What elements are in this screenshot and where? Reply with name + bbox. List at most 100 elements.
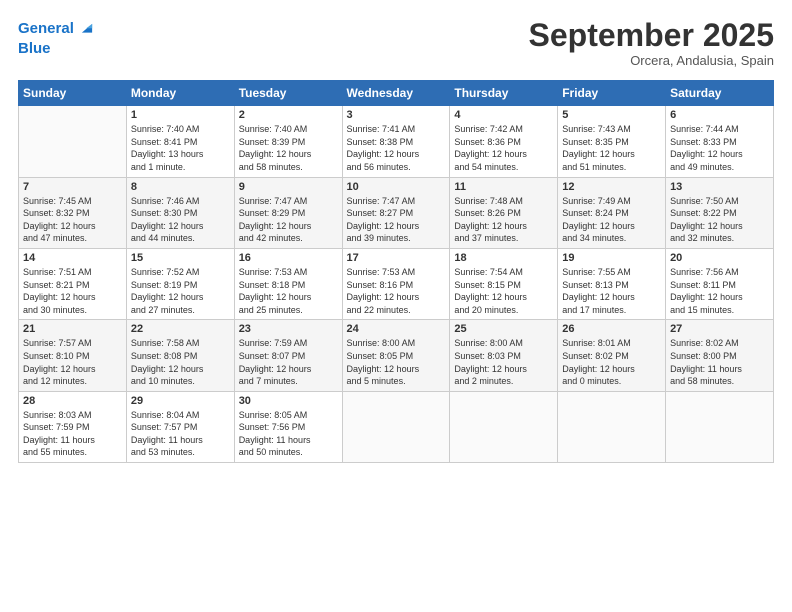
day-cell: 16 Sunrise: 7:53 AMSunset: 8:18 PMDayligh…	[234, 248, 342, 319]
day-number: 3	[347, 109, 446, 121]
day-number: 8	[131, 181, 230, 193]
location: Orcera, Andalusia, Spain	[529, 53, 774, 68]
day-cell: 2Sunrise: 7:40 AMSunset: 8:39 PMDaylight…	[234, 106, 342, 177]
day-info: Sunrise: 7:55 AMSunset: 8:13 PMDaylight:…	[562, 266, 661, 316]
day-info: Sunrise: 7:43 AMSunset: 8:35 PMDaylight:…	[562, 123, 661, 173]
page-header: General Blue September 2025 Orcera, Anda…	[18, 18, 774, 68]
day-number: 1	[131, 109, 230, 121]
day-info: Sunrise: 7:47 AMSunset: 8:27 PMDaylight:…	[347, 195, 446, 245]
day-cell: 13 Sunrise: 7:50 AMSunset: 8:22 PMDayligh…	[666, 177, 774, 248]
day-cell	[342, 391, 450, 462]
day-cell: 29 Sunrise: 8:04 AMSunset: 7:57 PMDayligh…	[126, 391, 234, 462]
day-number: 2	[239, 109, 338, 121]
day-cell	[19, 106, 127, 177]
day-cell	[558, 391, 666, 462]
header-day-sunday: Sunday	[19, 81, 127, 106]
day-number: 7	[23, 181, 122, 193]
day-number: 16	[239, 252, 338, 264]
day-cell: 7 Sunrise: 7:45 AMSunset: 8:32 PMDaylight…	[19, 177, 127, 248]
day-info: Sunrise: 7:44 AMSunset: 8:33 PMDaylight:…	[670, 123, 769, 173]
day-cell: 5 Sunrise: 7:43 AMSunset: 8:35 PMDaylight…	[558, 106, 666, 177]
day-cell: 6Sunrise: 7:44 AMSunset: 8:33 PMDaylight…	[666, 106, 774, 177]
calendar: SundayMondayTuesdayWednesdayThursdayFrid…	[18, 80, 774, 463]
day-info: Sunrise: 7:53 AMSunset: 8:16 PMDaylight:…	[347, 266, 446, 316]
title-block: September 2025 Orcera, Andalusia, Spain	[529, 18, 774, 68]
day-number: 27	[670, 323, 769, 335]
week-row-4: 21 Sunrise: 7:57 AMSunset: 8:10 PMDayligh…	[19, 320, 774, 391]
day-cell: 4Sunrise: 7:42 AMSunset: 8:36 PMDaylight…	[450, 106, 558, 177]
day-info: Sunrise: 7:48 AMSunset: 8:26 PMDaylight:…	[454, 195, 553, 245]
day-number: 4	[454, 109, 553, 121]
day-info: Sunrise: 8:01 AMSunset: 8:02 PMDaylight:…	[562, 337, 661, 387]
month-title: September 2025	[529, 18, 774, 53]
day-cell: 26 Sunrise: 8:01 AMSunset: 8:02 PMDayligh…	[558, 320, 666, 391]
day-number: 29	[131, 395, 230, 407]
week-row-3: 14Sunrise: 7:51 AMSunset: 8:21 PMDayligh…	[19, 248, 774, 319]
day-info: Sunrise: 7:58 AMSunset: 8:08 PMDaylight:…	[131, 337, 230, 387]
day-info: Sunrise: 7:47 AMSunset: 8:29 PMDaylight:…	[239, 195, 338, 245]
day-cell: 22 Sunrise: 7:58 AMSunset: 8:08 PMDayligh…	[126, 320, 234, 391]
day-info: Sunrise: 7:56 AMSunset: 8:11 PMDaylight:…	[670, 266, 769, 316]
day-number: 9	[239, 181, 338, 193]
day-info: Sunrise: 7:49 AMSunset: 8:24 PMDaylight:…	[562, 195, 661, 245]
day-number: 23	[239, 323, 338, 335]
day-cell: 14Sunrise: 7:51 AMSunset: 8:21 PMDayligh…	[19, 248, 127, 319]
header-day-friday: Friday	[558, 81, 666, 106]
header-day-monday: Monday	[126, 81, 234, 106]
calendar-header-row: SundayMondayTuesdayWednesdayThursdayFrid…	[19, 81, 774, 106]
day-number: 25	[454, 323, 553, 335]
day-cell: 25 Sunrise: 8:00 AMSunset: 8:03 PMDayligh…	[450, 320, 558, 391]
day-info: Sunrise: 7:53 AMSunset: 8:18 PMDaylight:…	[239, 266, 338, 316]
day-cell: 3 Sunrise: 7:41 AMSunset: 8:38 PMDaylight…	[342, 106, 450, 177]
day-info: Sunrise: 8:05 AMSunset: 7:56 PMDaylight:…	[239, 409, 338, 459]
day-cell	[666, 391, 774, 462]
day-number: 22	[131, 323, 230, 335]
header-day-tuesday: Tuesday	[234, 81, 342, 106]
day-cell: 12Sunrise: 7:49 AMSunset: 8:24 PMDayligh…	[558, 177, 666, 248]
day-info: Sunrise: 7:46 AMSunset: 8:30 PMDaylight:…	[131, 195, 230, 245]
day-number: 30	[239, 395, 338, 407]
logo-text: General	[18, 20, 74, 38]
day-cell: 27 Sunrise: 8:02 AMSunset: 8:00 PMDayligh…	[666, 320, 774, 391]
day-info: Sunrise: 8:04 AMSunset: 7:57 PMDaylight:…	[131, 409, 230, 459]
day-cell: 10Sunrise: 7:47 AMSunset: 8:27 PMDayligh…	[342, 177, 450, 248]
day-info: Sunrise: 7:57 AMSunset: 8:10 PMDaylight:…	[23, 337, 122, 387]
day-cell: 11 Sunrise: 7:48 AMSunset: 8:26 PMDayligh…	[450, 177, 558, 248]
header-day-thursday: Thursday	[450, 81, 558, 106]
day-number: 5	[562, 109, 661, 121]
day-info: Sunrise: 7:40 AMSunset: 8:41 PMDaylight:…	[131, 123, 230, 173]
day-cell: 8 Sunrise: 7:46 AMSunset: 8:30 PMDaylight…	[126, 177, 234, 248]
day-number: 19	[562, 252, 661, 264]
logo-text-blue: Blue	[18, 40, 51, 57]
day-number: 21	[23, 323, 122, 335]
day-info: Sunrise: 8:02 AMSunset: 8:00 PMDaylight:…	[670, 337, 769, 387]
day-number: 15	[131, 252, 230, 264]
day-info: Sunrise: 7:51 AMSunset: 8:21 PMDaylight:…	[23, 266, 122, 316]
day-cell: 18 Sunrise: 7:54 AMSunset: 8:15 PMDayligh…	[450, 248, 558, 319]
header-day-wednesday: Wednesday	[342, 81, 450, 106]
week-row-2: 7 Sunrise: 7:45 AMSunset: 8:32 PMDaylight…	[19, 177, 774, 248]
logo: General Blue	[18, 18, 98, 58]
day-info: Sunrise: 7:41 AMSunset: 8:38 PMDaylight:…	[347, 123, 446, 173]
day-info: Sunrise: 8:03 AMSunset: 7:59 PMDaylight:…	[23, 409, 122, 459]
day-number: 26	[562, 323, 661, 335]
day-number: 13	[670, 181, 769, 193]
day-number: 18	[454, 252, 553, 264]
day-info: Sunrise: 7:45 AMSunset: 8:32 PMDaylight:…	[23, 195, 122, 245]
day-info: Sunrise: 7:54 AMSunset: 8:15 PMDaylight:…	[454, 266, 553, 316]
day-cell: 19 Sunrise: 7:55 AMSunset: 8:13 PMDayligh…	[558, 248, 666, 319]
day-info: Sunrise: 8:00 AMSunset: 8:03 PMDaylight:…	[454, 337, 553, 387]
day-info: Sunrise: 7:50 AMSunset: 8:22 PMDaylight:…	[670, 195, 769, 245]
day-info: Sunrise: 8:00 AMSunset: 8:05 PMDaylight:…	[347, 337, 446, 387]
day-cell: 17 Sunrise: 7:53 AMSunset: 8:16 PMDayligh…	[342, 248, 450, 319]
day-cell: 30 Sunrise: 8:05 AMSunset: 7:56 PMDayligh…	[234, 391, 342, 462]
day-cell: 1 Sunrise: 7:40 AMSunset: 8:41 PMDaylight…	[126, 106, 234, 177]
day-number: 17	[347, 252, 446, 264]
week-row-5: 28Sunrise: 8:03 AMSunset: 7:59 PMDayligh…	[19, 391, 774, 462]
day-cell: 9 Sunrise: 7:47 AMSunset: 8:29 PMDaylight…	[234, 177, 342, 248]
day-cell: 15Sunrise: 7:52 AMSunset: 8:19 PMDayligh…	[126, 248, 234, 319]
day-cell: 21 Sunrise: 7:57 AMSunset: 8:10 PMDayligh…	[19, 320, 127, 391]
day-number: 20	[670, 252, 769, 264]
day-cell: 20 Sunrise: 7:56 AMSunset: 8:11 PMDayligh…	[666, 248, 774, 319]
day-number: 11	[454, 181, 553, 193]
